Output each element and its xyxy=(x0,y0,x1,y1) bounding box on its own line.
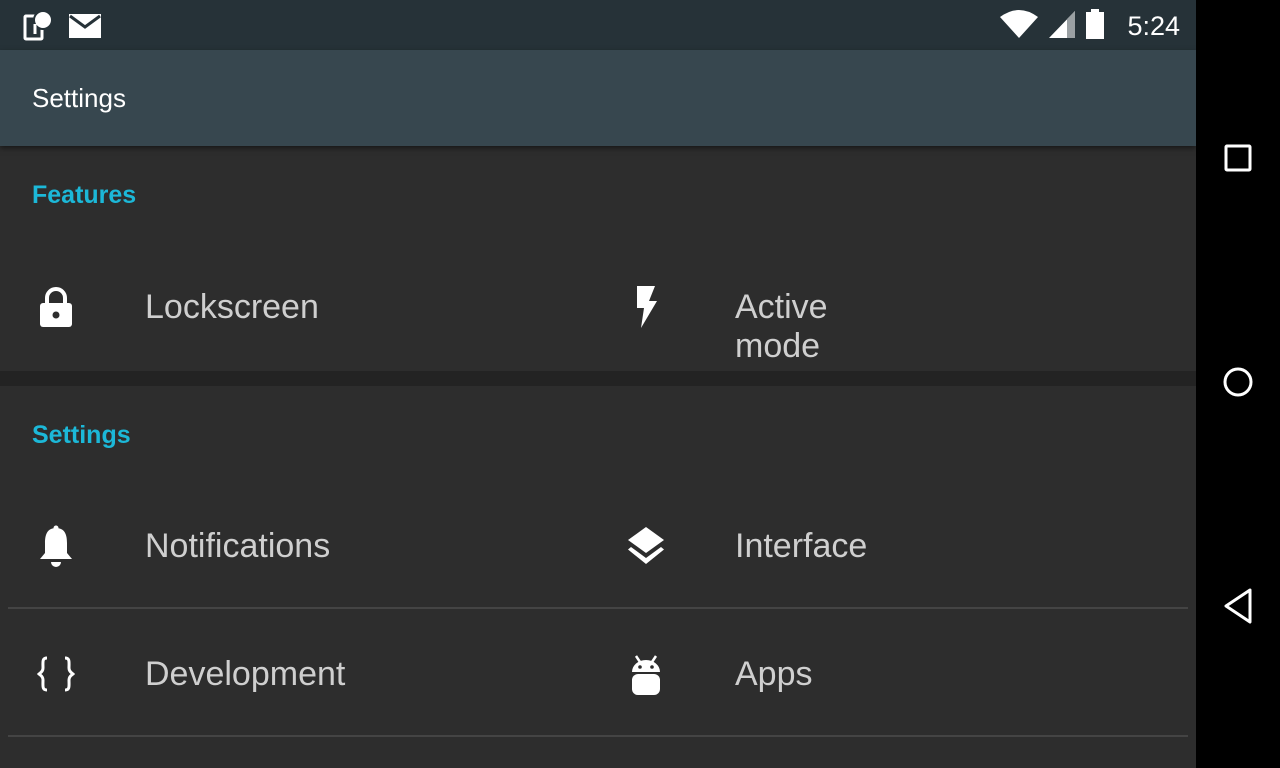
navigation-bar xyxy=(1196,0,1280,768)
home-icon xyxy=(1222,366,1254,403)
battery-icon xyxy=(1085,8,1105,44)
back-icon xyxy=(1222,587,1254,630)
signal-icon xyxy=(1047,9,1077,44)
recents-button[interactable] xyxy=(1216,138,1260,182)
apps-label: Apps xyxy=(735,655,813,693)
recents-icon xyxy=(1223,143,1253,178)
active-mode-label: Active mode xyxy=(735,288,828,365)
page-title: Settings xyxy=(32,83,126,113)
pushbullet-icon xyxy=(22,10,54,47)
status-time: 5:24 xyxy=(1127,10,1180,41)
mail-icon xyxy=(68,13,102,44)
layers-icon xyxy=(620,526,672,566)
app-bar: Settings xyxy=(0,50,1196,146)
android-icon xyxy=(620,654,672,695)
active-mode-item[interactable]: Active mode xyxy=(0,257,828,365)
app-screen: 5:24 Settings Features Lockscreen Active… xyxy=(0,0,1196,768)
status-bar: 5:24 xyxy=(0,0,1196,50)
interface-label: Interface xyxy=(735,527,868,565)
flash-icon xyxy=(620,286,672,328)
back-button[interactable] xyxy=(1216,586,1260,630)
row-divider xyxy=(8,607,1188,609)
apps-item[interactable]: Apps xyxy=(0,624,813,724)
row-divider xyxy=(8,735,1188,737)
section-separator xyxy=(0,371,1196,386)
section-header-settings: Settings xyxy=(32,421,131,449)
features-section: Features Lockscreen Active mode xyxy=(0,146,1196,371)
interface-item[interactable]: Interface xyxy=(0,496,867,596)
wifi-icon xyxy=(999,9,1039,44)
settings-section: Settings Notifications Interface Develop… xyxy=(0,386,1196,768)
home-button[interactable] xyxy=(1216,362,1260,406)
section-header-features: Features xyxy=(32,181,137,209)
